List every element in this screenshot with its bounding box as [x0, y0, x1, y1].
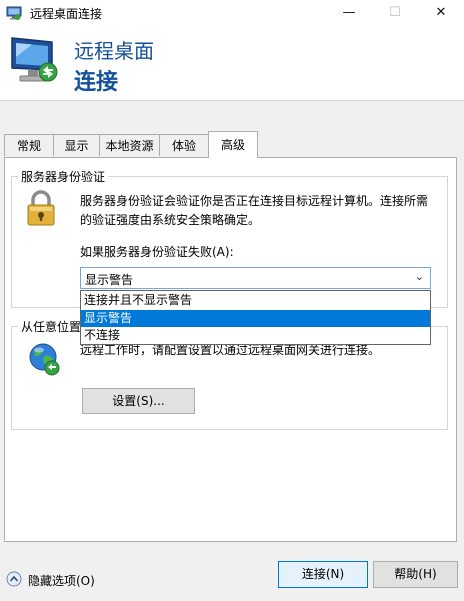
tab-general[interactable]: 常规	[4, 134, 54, 156]
banner-title-line1: 远程桌面	[74, 39, 154, 63]
chevron-down-icon: ⌄	[414, 270, 424, 283]
server-auth-group-title: 服务器身份验证	[18, 168, 109, 185]
connect-button[interactable]: 连接(N)	[278, 561, 368, 588]
globe-network-icon	[29, 343, 60, 376]
remote-desktop-app-icon	[6, 6, 22, 20]
auth-fail-dropdown[interactable]: 显示警告 ⌄	[80, 267, 431, 289]
tab-local-resources[interactable]: 本地资源	[99, 134, 160, 156]
option-do-not-connect[interactable]: 不连接	[81, 327, 430, 344]
chevron-up-circle-icon[interactable]	[6, 571, 22, 587]
option-show-warning[interactable]: 显示警告	[81, 310, 430, 327]
header-banner: 远程桌面 连接	[0, 26, 464, 101]
close-button[interactable]: ✕	[418, 0, 464, 26]
hide-options-label[interactable]: 隐藏选项(O)	[28, 572, 95, 589]
tab-experience[interactable]: 体验	[159, 134, 209, 156]
tab-display[interactable]: 显示	[53, 134, 100, 156]
title-bar[interactable]: 远程桌面连接 — ☐ ✕	[0, 0, 464, 26]
auth-fail-label: 如果服务器身份验证失败(A):	[80, 245, 234, 259]
auth-fail-selected-value: 显示警告	[85, 273, 134, 287]
remote-desktop-monitor-icon	[11, 37, 58, 82]
banner-title-line2: 连接	[74, 70, 119, 95]
option-connect-no-warning[interactable]: 连接并且不显示警告	[81, 292, 430, 309]
auth-fail-options-list[interactable]: 连接并且不显示警告 显示警告 不连接	[80, 290, 431, 345]
help-button[interactable]: 帮助(H)	[373, 561, 458, 588]
server-auth-description: 服务器身份验证会验证你是否正在连接目标远程计算机。连接所需的验证强度由系统安全策…	[80, 194, 429, 227]
minimize-button[interactable]: —	[326, 0, 372, 26]
maximize-button[interactable]: ☐	[372, 0, 418, 26]
tab-advanced[interactable]: 高级	[208, 131, 258, 158]
gateway-settings-button[interactable]: 设置(S)...	[82, 388, 195, 414]
padlock-icon	[27, 190, 55, 226]
window-title: 远程桌面连接	[30, 7, 103, 21]
